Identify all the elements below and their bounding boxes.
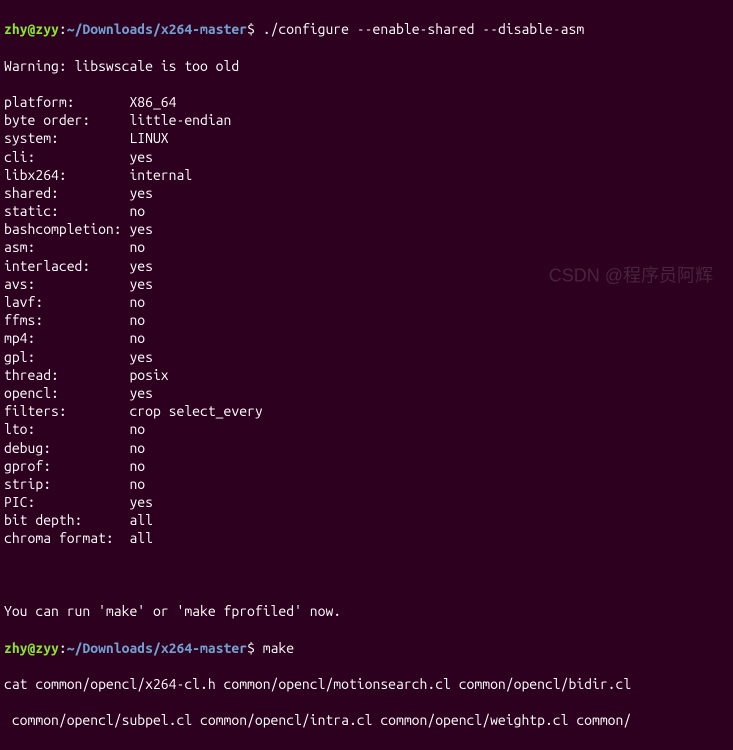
config-value: yes: [129, 185, 153, 201]
config-key: platform:: [4, 93, 129, 111]
terminal-output[interactable]: zhy@zyy:~/Downloads/x264-master$ ./confi…: [0, 0, 733, 750]
config-row: bit depth:all: [4, 511, 729, 529]
config-row: avs:yes: [4, 275, 729, 293]
config-value: no: [129, 203, 145, 219]
config-key: lavf:: [4, 293, 129, 311]
config-key: opencl:: [4, 384, 129, 402]
config-row: system:LINUX: [4, 129, 729, 147]
make-hint: You can run 'make' or 'make fprofiled' n…: [4, 602, 729, 620]
config-row: debug:no: [4, 439, 729, 457]
config-key: shared:: [4, 184, 129, 202]
prompt-user: zhy@zyy: [4, 640, 59, 656]
config-row: libx264:internal: [4, 166, 729, 184]
prompt-sep: :: [59, 640, 67, 656]
config-value: internal: [129, 167, 192, 183]
config-value: LINUX: [129, 130, 168, 146]
config-key: PIC:: [4, 493, 129, 511]
prompt-dollar: $: [247, 21, 263, 37]
config-key: bashcompletion:: [4, 220, 129, 238]
prompt-user: zhy@zyy: [4, 21, 59, 37]
config-value: little-endian: [129, 112, 231, 128]
config-key: filters:: [4, 402, 129, 420]
config-key: system:: [4, 129, 129, 147]
config-value: all: [129, 530, 153, 546]
config-row: static:no: [4, 202, 729, 220]
config-value: posix: [129, 367, 168, 383]
config-value: yes: [129, 221, 153, 237]
config-row: opencl:yes: [4, 384, 729, 402]
config-row: ffms:no: [4, 311, 729, 329]
config-row: filters:crop select_every: [4, 402, 729, 420]
config-value: no: [129, 476, 145, 492]
config-key: thread:: [4, 366, 129, 384]
config-row: asm:no: [4, 238, 729, 256]
config-key: cli:: [4, 148, 129, 166]
config-key: chroma format:: [4, 529, 129, 547]
prompt-line-2: zhy@zyy:~/Downloads/x264-master$ make: [4, 639, 729, 657]
config-value: no: [129, 440, 145, 456]
config-row: interlaced:yes: [4, 257, 729, 275]
config-key: libx264:: [4, 166, 129, 184]
config-row: cli:yes: [4, 148, 729, 166]
config-value: X86_64: [129, 94, 176, 110]
command-configure: ./configure --enable-shared --disable-as…: [263, 21, 584, 37]
config-value: yes: [129, 258, 153, 274]
config-key: debug:: [4, 439, 129, 457]
config-value: yes: [129, 276, 153, 292]
config-key: lto:: [4, 420, 129, 438]
config-key: static:: [4, 202, 129, 220]
config-key: bit depth:: [4, 511, 129, 529]
config-key: mp4:: [4, 329, 129, 347]
config-key: asm:: [4, 238, 129, 256]
config-value: yes: [129, 349, 153, 365]
config-row: lavf:no: [4, 293, 729, 311]
config-row: shared:yes: [4, 184, 729, 202]
config-value: yes: [129, 385, 153, 401]
config-row: mp4:no: [4, 329, 729, 347]
config-key: ffms:: [4, 311, 129, 329]
config-key: interlaced:: [4, 257, 129, 275]
config-key: gprof:: [4, 457, 129, 475]
prompt-line-1: zhy@zyy:~/Downloads/x264-master$ ./confi…: [4, 20, 729, 38]
prompt-path: ~/Downloads/x264-master: [67, 640, 247, 656]
config-row: gpl:yes: [4, 348, 729, 366]
config-value: yes: [129, 494, 153, 510]
config-value: no: [129, 239, 145, 255]
config-key: avs:: [4, 275, 129, 293]
config-key: gpl:: [4, 348, 129, 366]
config-value: no: [129, 294, 145, 310]
blank-line: [4, 566, 729, 584]
config-row: gprof:no: [4, 457, 729, 475]
warning-line: Warning: libswscale is too old: [4, 57, 729, 75]
config-value: no: [129, 330, 145, 346]
config-key: byte order:: [4, 111, 129, 129]
config-value: yes: [129, 149, 153, 165]
prompt-path: ~/Downloads/x264-master: [67, 21, 247, 37]
config-row: bashcompletion:yes: [4, 220, 729, 238]
config-value: no: [129, 312, 145, 328]
config-value: crop select_every: [129, 403, 262, 419]
config-row: byte order:little-endian: [4, 111, 729, 129]
config-row: PIC:yes: [4, 493, 729, 511]
config-output: platform:X86_64byte order:little-endians…: [4, 93, 729, 548]
config-value: no: [129, 421, 145, 437]
config-row: platform:X86_64: [4, 93, 729, 111]
make-output-1: cat common/opencl/x264-cl.h common/openc…: [4, 675, 729, 693]
config-value: no: [129, 458, 145, 474]
config-row: strip:no: [4, 475, 729, 493]
config-value: all: [129, 512, 153, 528]
prompt-sep: :: [59, 21, 67, 37]
config-key: strip:: [4, 475, 129, 493]
config-row: thread:posix: [4, 366, 729, 384]
make-output-2: common/opencl/subpel.cl common/opencl/in…: [4, 711, 729, 729]
command-make: make: [263, 640, 294, 656]
prompt-dollar: $: [247, 640, 263, 656]
config-row: chroma format:all: [4, 529, 729, 547]
config-row: lto:no: [4, 420, 729, 438]
